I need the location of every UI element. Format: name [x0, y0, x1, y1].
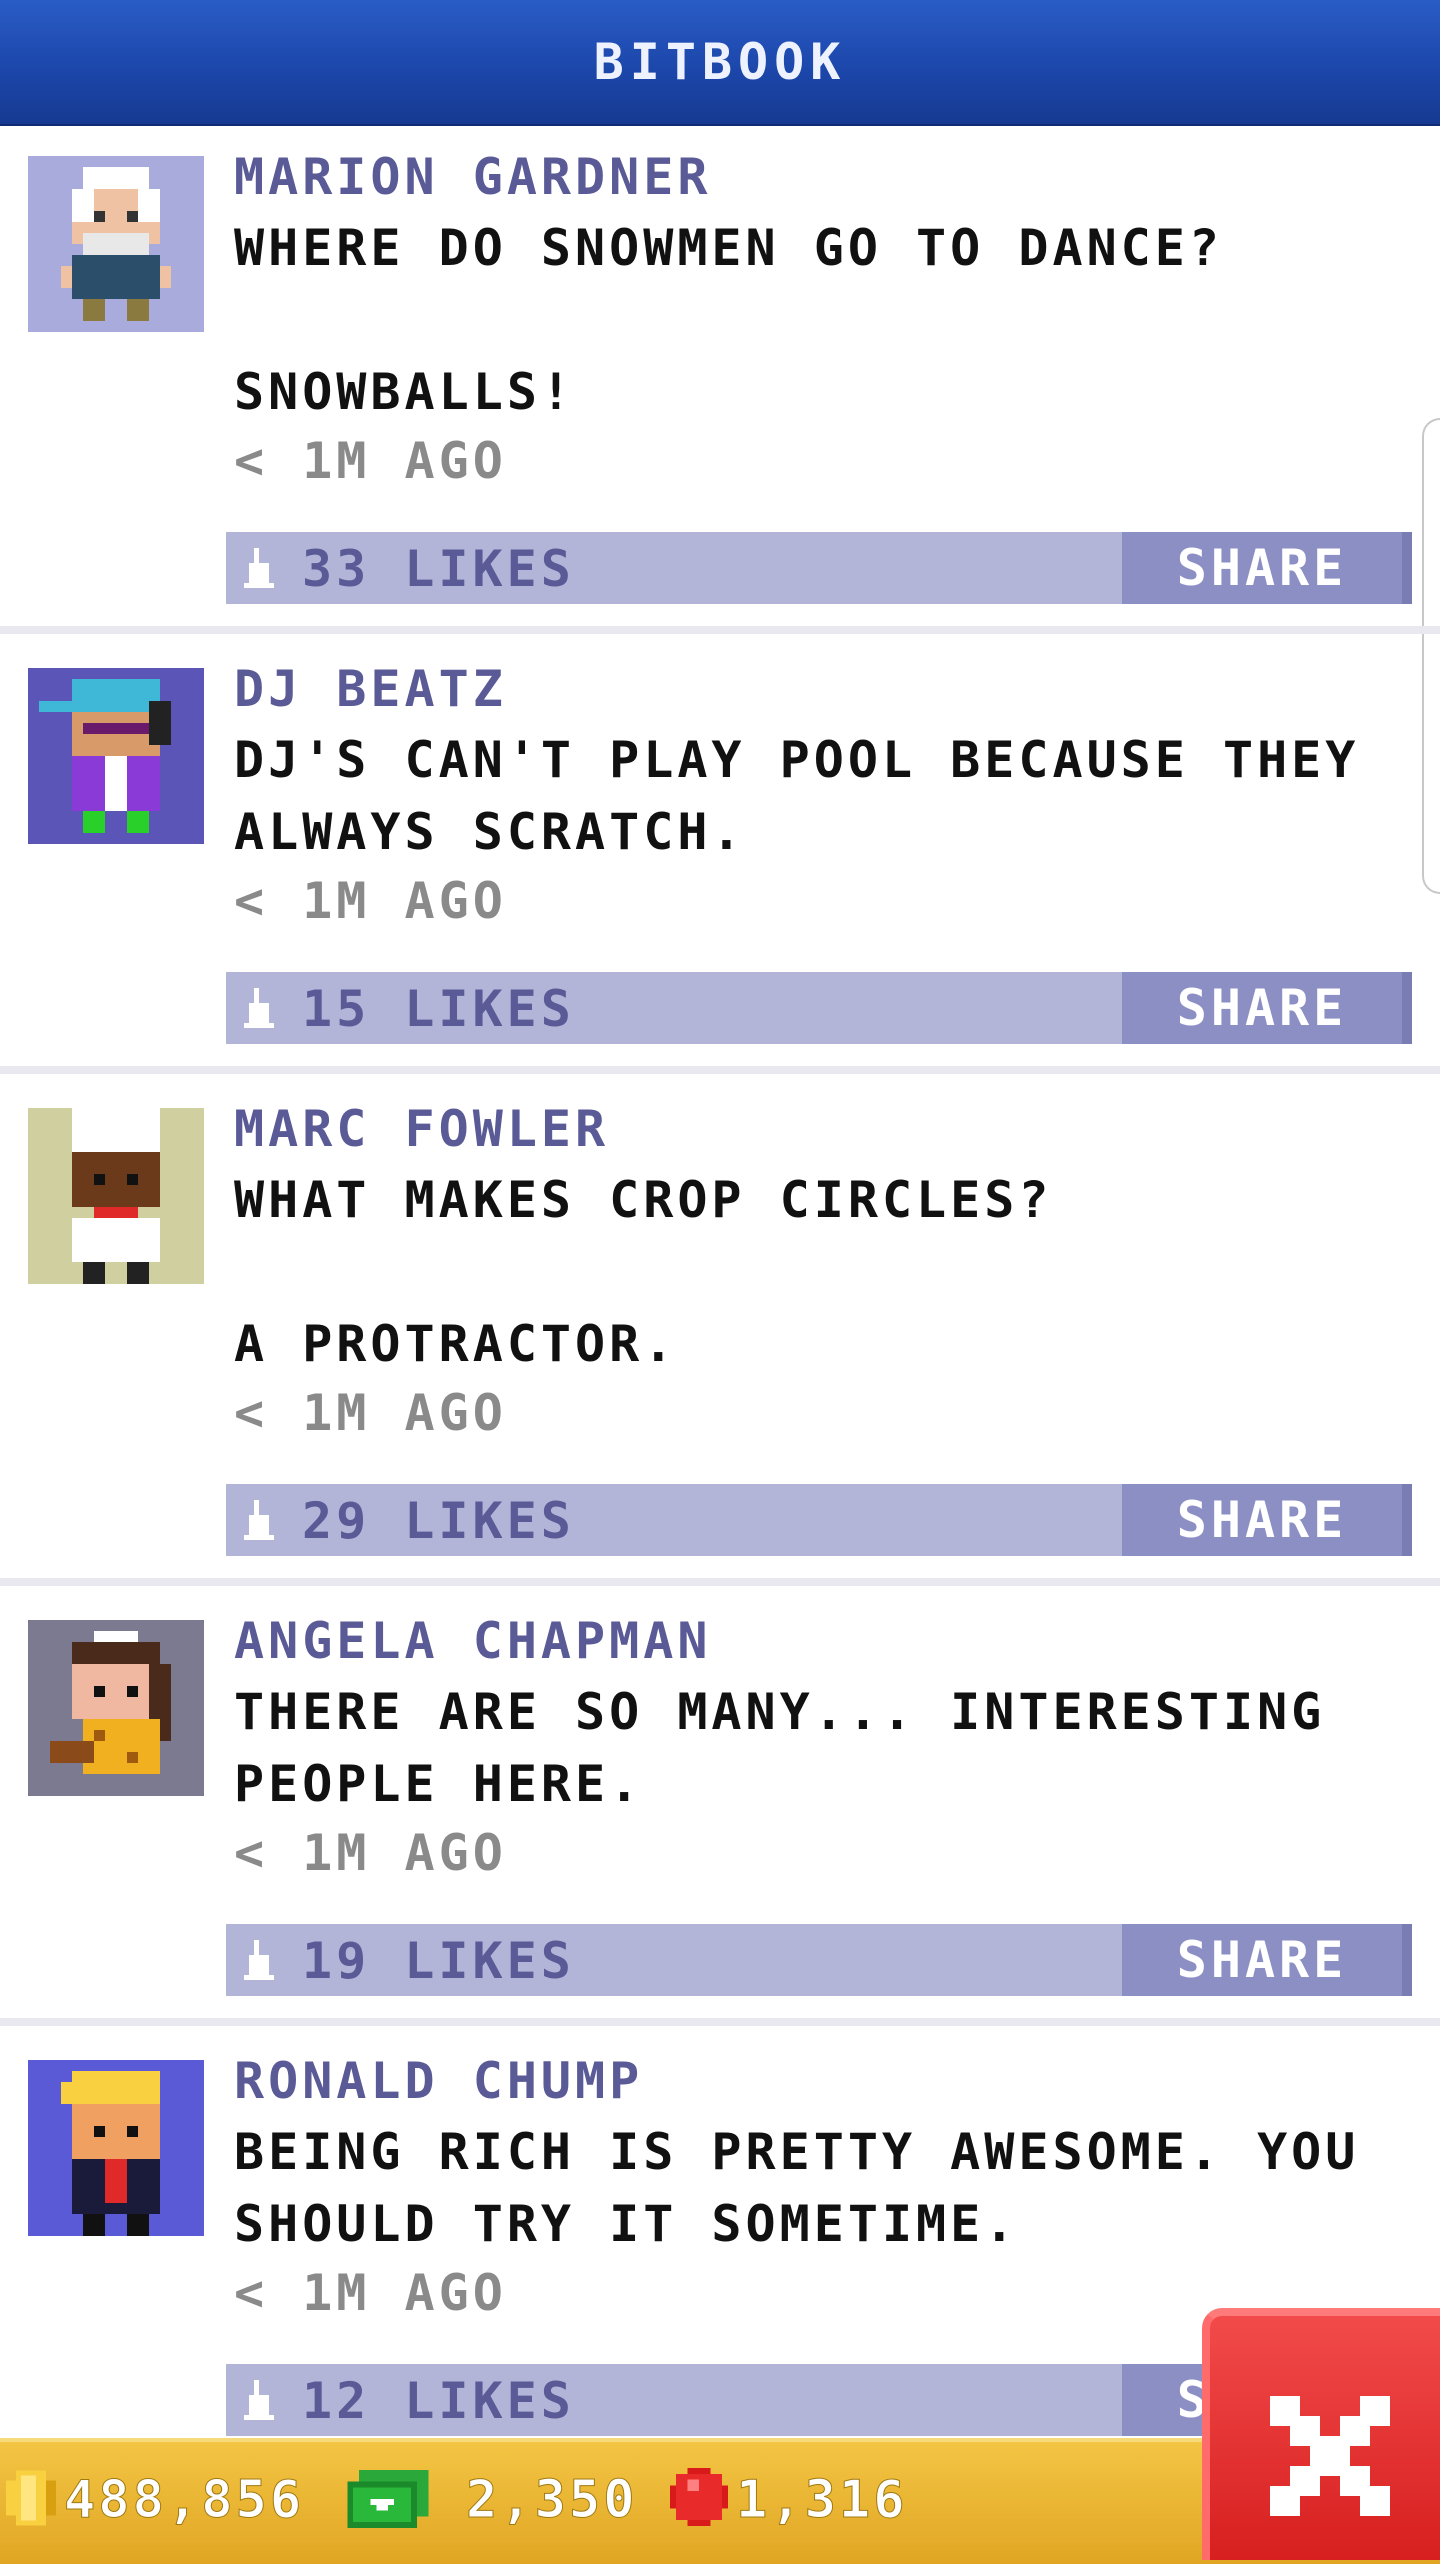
share-button[interactable]: SHARE — [1122, 532, 1412, 604]
app-header: BITBOOK — [0, 0, 1440, 126]
thumbs-up-icon — [244, 1500, 274, 1540]
close-icon — [1270, 2396, 1390, 2516]
avatar[interactable] — [28, 1620, 204, 1796]
gems-count: 1,316 — [736, 2470, 908, 2531]
close-button[interactable] — [1202, 2308, 1440, 2560]
thumbs-up-icon — [244, 1940, 274, 1980]
post-message: WHERE DO SNOWMEN GO TO DANCE? SNOWBALLS! — [234, 219, 1223, 421]
post-time: < 1M AGO — [234, 2264, 507, 2322]
post-time: < 1M AGO — [234, 1824, 507, 1882]
post-time: < 1M AGO — [234, 872, 507, 930]
coins-count: 488,856 — [63, 2470, 305, 2531]
post-author: DJ BEATZ — [234, 660, 507, 718]
like-bar: 19 LIKES SHARE — [226, 1924, 1412, 1996]
thumbs-up-icon — [244, 2380, 274, 2420]
bux-count: 2,350 — [466, 2470, 638, 2531]
likes-count: 19 LIKES — [302, 1932, 575, 1990]
post-message: DJ'S CAN'T PLAY POOL BECAUSE THEY ALWAYS… — [234, 731, 1394, 861]
divider — [0, 1066, 1440, 1074]
post-author: ANGELA CHAPMAN — [234, 1612, 712, 1670]
avatar[interactable] — [28, 668, 204, 844]
thumbs-up-icon — [244, 548, 274, 588]
like-bar: 29 LIKES SHARE — [226, 1484, 1412, 1556]
post-message: THERE ARE SO MANY... INTERESTING PEOPLE … — [234, 1683, 1360, 1813]
divider — [0, 2018, 1440, 2026]
post-author: MARC FOWLER — [234, 1100, 610, 1158]
page-title: BITBOOK — [593, 33, 847, 91]
post-author: MARION GARDNER — [234, 148, 712, 206]
post-time: < 1M AGO — [234, 1384, 507, 1442]
post-author: RONALD CHUMP — [234, 2052, 644, 2110]
likes-count: 12 LIKES — [302, 2372, 575, 2430]
avatar[interactable] — [28, 156, 204, 332]
bux-icon — [347, 2470, 429, 2528]
share-button[interactable]: SHARE — [1122, 1924, 1412, 1996]
likes-count: 15 LIKES — [302, 980, 575, 1038]
post-time: < 1M AGO — [234, 432, 507, 490]
thumbs-up-icon — [244, 988, 274, 1028]
coin-icon — [6, 2470, 56, 2526]
avatar[interactable] — [28, 1108, 204, 1284]
divider — [0, 626, 1440, 634]
gem-icon — [670, 2468, 728, 2526]
like-bar: 15 LIKES SHARE — [226, 972, 1412, 1044]
like-bar: 33 LIKES SHARE — [226, 532, 1412, 604]
post-message: BEING RICH IS PRETTY AWESOME. YOU SHOULD… — [234, 2123, 1394, 2253]
share-button[interactable]: SHARE — [1122, 1484, 1412, 1556]
likes-count: 29 LIKES — [302, 1492, 575, 1550]
share-button[interactable]: SHARE — [1122, 972, 1412, 1044]
post-message: WHAT MAKES CROP CIRCLES? A PROTRACTOR. — [234, 1171, 1053, 1373]
avatar[interactable] — [28, 2060, 204, 2236]
scroll-indicator[interactable] — [1422, 418, 1440, 894]
divider — [0, 1578, 1440, 1586]
likes-count: 33 LIKES — [302, 540, 575, 598]
